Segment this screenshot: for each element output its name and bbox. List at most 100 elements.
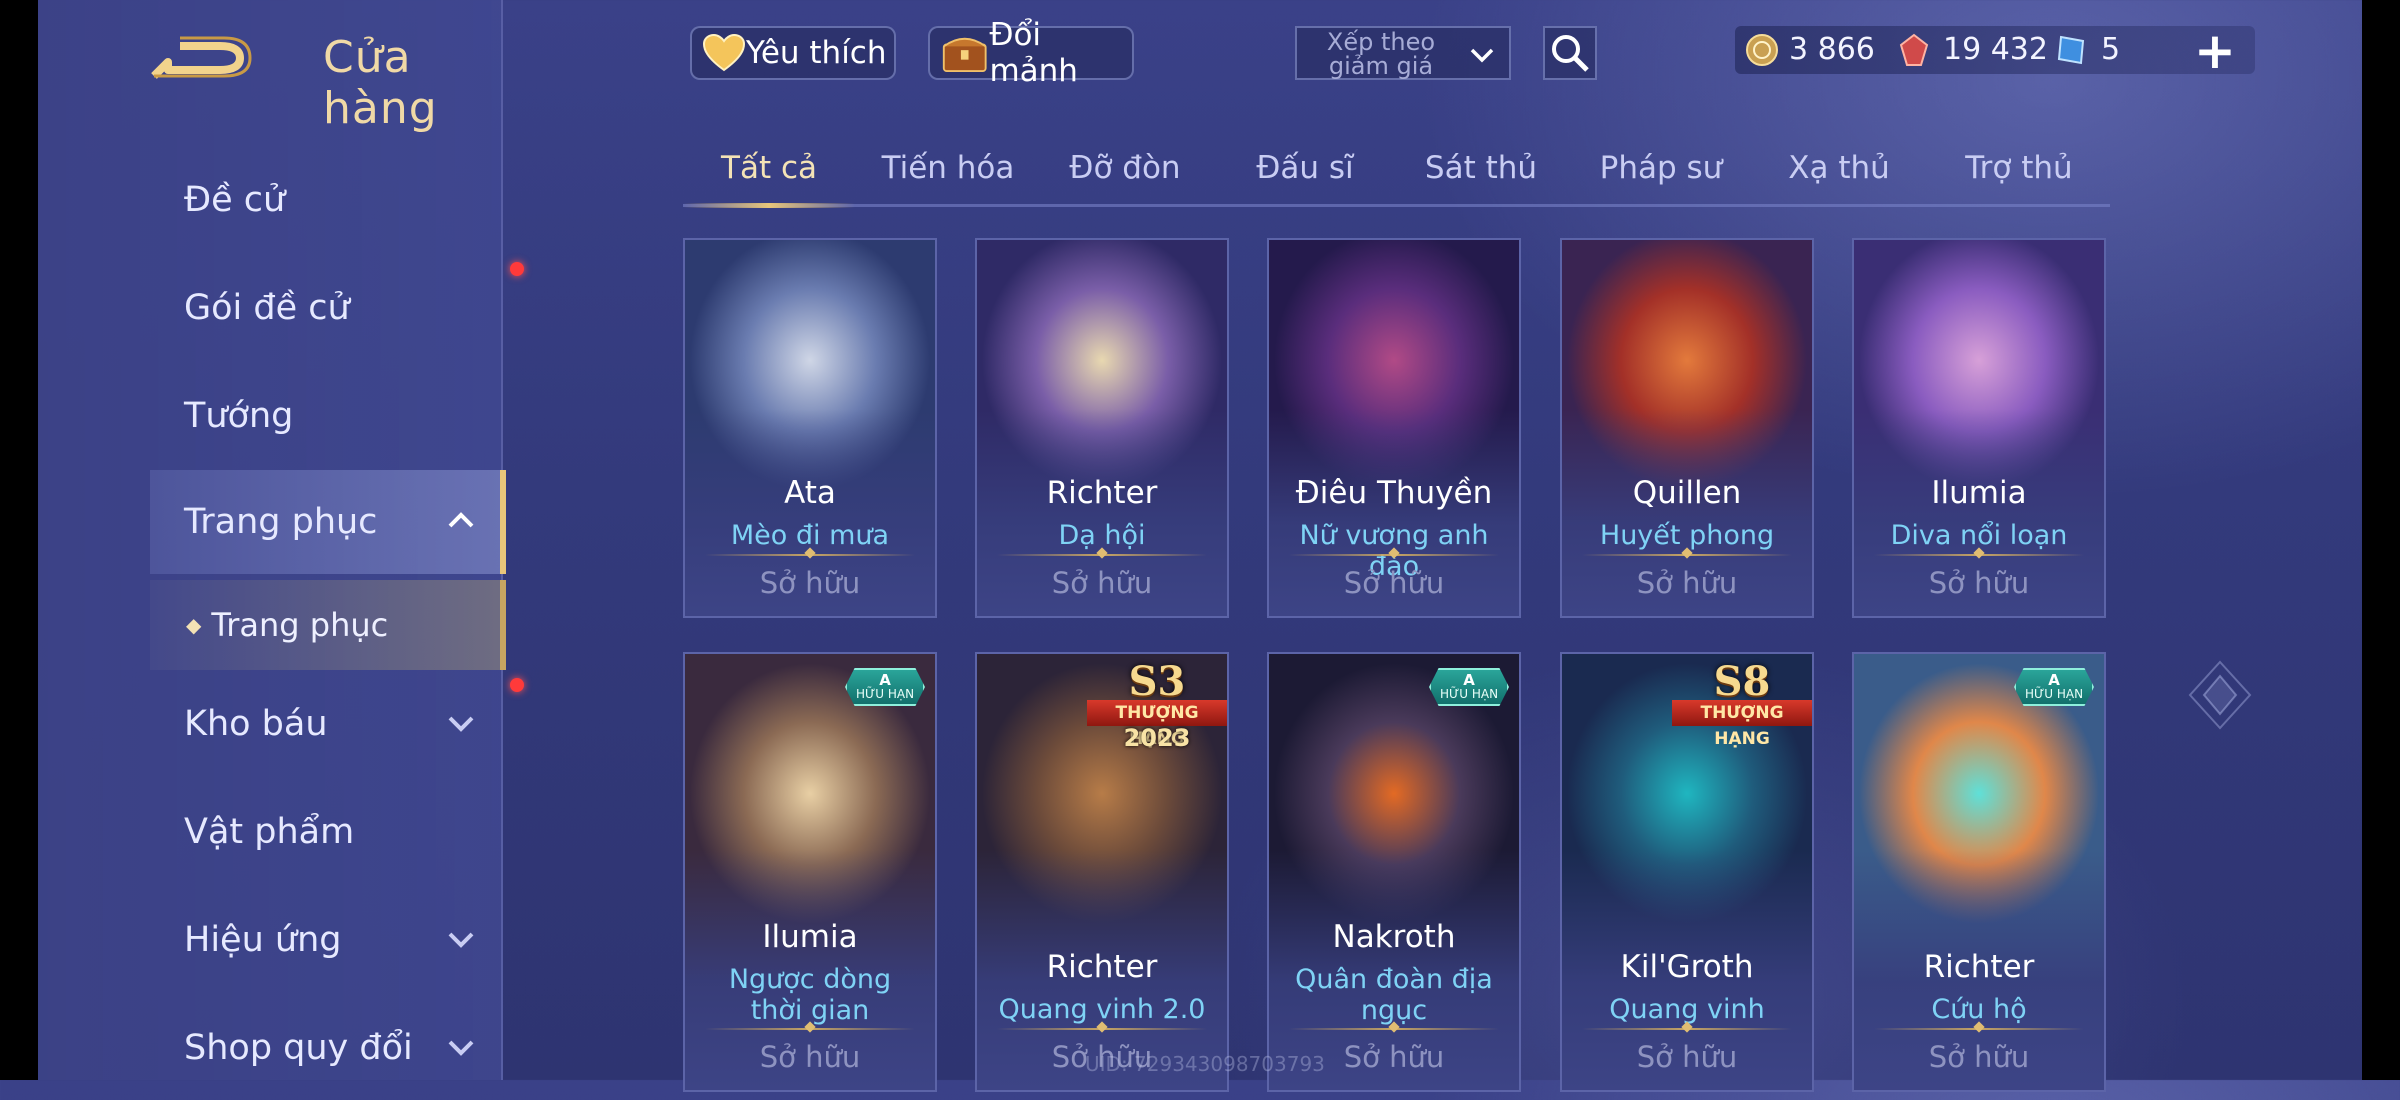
ownership-status: Sở hữu xyxy=(1928,1040,2030,1074)
skin-name: Ngược dòng thời gian xyxy=(728,964,892,1026)
notification-dot xyxy=(510,262,524,276)
limited-badge: A HỮU HẠN xyxy=(845,668,925,706)
red-gem-icon xyxy=(1899,33,1929,66)
skin-card[interactable]: Ilumia Diva nổi loạn Sở hữu xyxy=(1852,238,2106,618)
exchange-fragments-label: Đổi mảnh xyxy=(989,17,1078,89)
gold-coin-icon xyxy=(1746,33,1778,66)
search-button[interactable] xyxy=(1543,26,1597,80)
sidebar-item-heroes[interactable]: Tướng xyxy=(150,364,500,468)
skin-card[interactable]: Điêu Thuyền Nữ vương anh đào Sở hữu xyxy=(1267,238,1521,618)
back-arrow-icon[interactable] xyxy=(150,28,260,88)
voucher-currency: 5 xyxy=(2055,32,2120,67)
rank-badge: S8 THƯỢNG HẠNG xyxy=(1672,658,1812,750)
card-divider xyxy=(997,1028,1207,1030)
ownership-status: Sở hữu xyxy=(1051,566,1153,600)
limited-badge: A HỮU HẠN xyxy=(1429,668,1509,706)
skin-card[interactable]: S8 THƯỢNG HẠNG Kil'Groth Quang vinh Sở hữu xyxy=(1560,652,1814,1092)
ownership-status: Sở hữu xyxy=(1636,1040,1738,1074)
card-divider xyxy=(705,1028,915,1030)
currency-bar: 3 866 19 432 5 xyxy=(1735,26,2255,74)
active-tab-underline xyxy=(683,203,855,208)
sidebar-item-effects[interactable]: Hiệu ứng xyxy=(150,888,500,992)
badge-year: 2023 xyxy=(1123,724,1191,752)
badge-season: S3 xyxy=(1128,658,1186,705)
diamond-bullet-icon: ◆ xyxy=(186,613,202,637)
tab-tank[interactable]: Đỡ đòn xyxy=(1069,150,1180,186)
gold-currency: 3 866 xyxy=(1745,32,1875,67)
ownership-status: Sở hữu xyxy=(1636,566,1738,600)
chevron-down-icon xyxy=(448,716,474,732)
gem-currency: 19 432 xyxy=(1897,32,2048,67)
sidebar-item-treasure[interactable]: Kho báu xyxy=(150,672,500,776)
sidebar-item-label: Vật phẩm xyxy=(184,812,355,852)
sidebar-item-recommended[interactable]: Đề cử xyxy=(150,148,500,252)
hero-name: Richter xyxy=(1923,949,2035,985)
sidebar-item-items[interactable]: Vật phẩm xyxy=(150,780,500,884)
badge-text: HỮU HẠN xyxy=(1439,687,1499,701)
ownership-status: Sở hữu xyxy=(759,566,861,600)
sidebar-item-label: Tướng xyxy=(184,396,294,436)
skin-card[interactable]: A HỮU HẠN Richter Cứu hộ Sở hữu xyxy=(1852,652,2106,1092)
category-tabs: Tất cả Tiến hóa Đỡ đòn Đấu sĩ Sát thủ Ph… xyxy=(683,140,2110,208)
voucher-amount: 5 xyxy=(2101,32,2121,67)
hero-name: Điêu Thuyền xyxy=(1295,475,1493,511)
card-divider xyxy=(1289,1028,1499,1030)
add-currency-button[interactable]: + xyxy=(2194,22,2236,80)
skin-card[interactable]: S3 THƯỢNG HẠNG 2023 Richter Quang vinh 2.0 Sở… xyxy=(975,652,1229,1092)
card-divider xyxy=(705,554,915,556)
card-divider xyxy=(1582,554,1792,556)
chevron-down-icon xyxy=(448,932,474,948)
ownership-status: Sở hữu xyxy=(1928,566,2030,600)
sort-dropdown-value: Xếp theo giảm giá xyxy=(1326,28,1436,80)
rank-badge: S3 THƯỢNG HẠNG 2023 xyxy=(1087,658,1227,752)
hero-name: Ata xyxy=(784,475,836,511)
skin-name: Quân đoàn địa ngục xyxy=(1295,964,1493,1026)
hero-name: Ilumia xyxy=(762,919,858,955)
skin-card[interactable]: Richter Dạ hội Sở hữu xyxy=(975,238,1229,618)
skin-card[interactable]: Quillen Huyết phong Sở hữu xyxy=(1560,238,1814,618)
sidebar-item-label: Gói đề cử xyxy=(184,288,350,328)
gold-amount: 3 866 xyxy=(1789,32,1875,67)
uid-label: UID: 729343098703793 xyxy=(1085,1052,1325,1076)
skin-card[interactable]: A HỮU HẠN Nakroth Quân đoàn địa ngục Sở hữu xyxy=(1267,652,1521,1092)
limited-badge: A HỮU HẠN xyxy=(2014,668,2094,706)
blue-voucher-icon xyxy=(2057,35,2085,64)
badge-letter: A xyxy=(879,671,891,689)
tab-fighter[interactable]: Đấu sĩ xyxy=(1256,150,1353,186)
tab-assassin[interactable]: Sát thủ xyxy=(1425,150,1537,186)
badge-text: HỮU HẠN xyxy=(855,687,915,701)
search-icon xyxy=(1552,35,1589,72)
sidebar-item-label: Hiệu ứng xyxy=(184,920,342,960)
sort-dropdown[interactable]: Xếp theo giảm giá xyxy=(1295,26,1511,80)
sidebar-item-label: Đề cử xyxy=(184,180,286,220)
tab-all[interactable]: Tất cả xyxy=(721,150,817,186)
gem-amount: 19 432 xyxy=(1943,32,2048,67)
heart-icon xyxy=(702,33,746,72)
chevron-up-icon xyxy=(448,512,474,528)
sidebar-item-exchange-shop[interactable]: Shop quy đổi xyxy=(150,996,500,1100)
sidebar-item-label: Kho báu xyxy=(184,704,328,744)
tab-support[interactable]: Trợ thủ xyxy=(1965,150,2072,186)
sidebar-item-recommended-packs[interactable]: Gói đề cử xyxy=(150,256,500,360)
exchange-fragments-button[interactable]: Đổi mảnh xyxy=(928,17,1134,89)
sidebar-subitem-skins[interactable]: ◆ Trang phục xyxy=(150,580,506,670)
page-title: Cửa hàng xyxy=(323,32,438,134)
notification-dot xyxy=(510,678,524,692)
hero-name: Nakroth xyxy=(1332,919,1456,955)
sidebar-item-skins[interactable]: Trang phục xyxy=(150,470,506,574)
badge-letter: A xyxy=(2048,671,2060,689)
chevron-down-icon xyxy=(448,1040,474,1056)
hero-name: Quillen xyxy=(1632,475,1742,511)
card-divider xyxy=(1874,554,2084,556)
tab-mage[interactable]: Pháp sư xyxy=(1600,150,1723,186)
favorites-button[interactable]: Yêu thích xyxy=(690,26,896,80)
treasure-chest-icon xyxy=(942,37,987,73)
hero-name: Richter xyxy=(1046,949,1158,985)
skin-card[interactable]: Ata Mèo đi mưa Sở hữu xyxy=(683,238,937,618)
skin-card[interactable]: A HỮU HẠN Ilumia Ngược dòng thời gian Sở hữu xyxy=(683,652,937,1092)
badge-ribbon: THƯỢNG HẠNG xyxy=(1672,700,1812,749)
favorites-label: Yêu thích xyxy=(746,35,887,71)
tab-evolution[interactable]: Tiến hóa xyxy=(882,150,1015,186)
card-divider xyxy=(1874,1028,2084,1030)
tab-marksman[interactable]: Xạ thủ xyxy=(1788,150,1890,186)
